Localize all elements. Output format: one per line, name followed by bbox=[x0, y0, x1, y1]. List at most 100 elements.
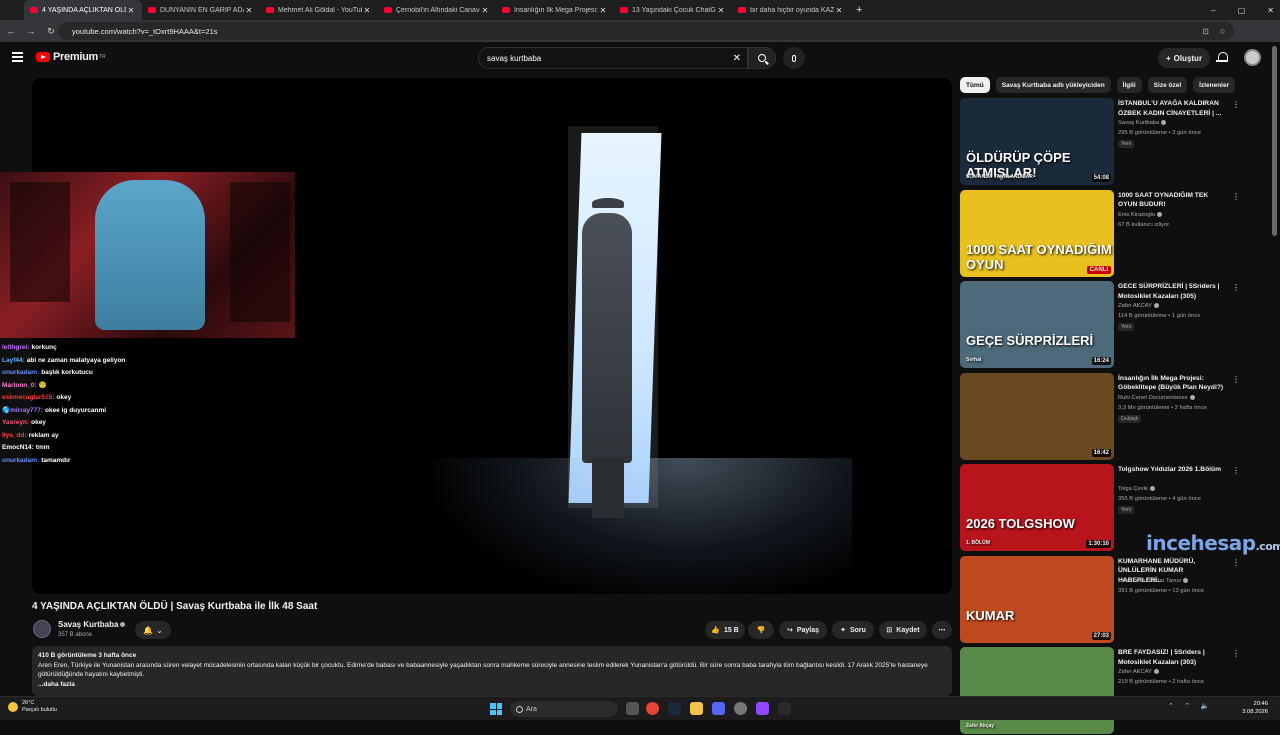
browser-tab[interactable]: DÜNYANIN EN GARİP ADASINI✕ bbox=[142, 0, 260, 20]
youtube-logo[interactable]: Premium TR bbox=[36, 51, 106, 63]
recommendation-title[interactable]: 1000 SAAT OYNADIĞIM TEK OYUN BUDUR! bbox=[1118, 191, 1228, 210]
weather-widget[interactable]: 26°C Parçalı bulutlu bbox=[8, 700, 57, 714]
browser-tab[interactable]: bir daha hiçbir oyunda KAZAN✕ bbox=[732, 0, 850, 20]
video-floor-light bbox=[432, 458, 852, 594]
more-options-icon[interactable]: ⋮ bbox=[1232, 558, 1240, 567]
subscribed-bell-button[interactable]: 🔔 ⌄ bbox=[135, 621, 171, 639]
close-tab-icon[interactable]: ✕ bbox=[126, 6, 136, 15]
video-thumbnail[interactable]: GEÇE SÜRPRİZLERİ Serhat 16:24 bbox=[960, 281, 1114, 368]
show-more-link[interactable]: ...daha fazla bbox=[38, 680, 946, 690]
recommendation-item[interactable]: 1000 SAAT OYNADIĞIM OYUN CANLI 1000 SAAT O… bbox=[960, 189, 1260, 278]
video-thumbnail[interactable]: 2026 TOLGSHOW 1. BÖLÜM 1:30:10 bbox=[960, 464, 1114, 551]
recommendation-channel[interactable]: Savaş Kurtbaba bbox=[1118, 120, 1167, 126]
maximize-icon[interactable]: ▢ bbox=[1238, 6, 1246, 15]
recommendation-channel-text: Zafer AKCAY bbox=[1118, 303, 1153, 310]
clear-search-icon[interactable]: ✕ bbox=[733, 53, 741, 64]
share-button[interactable]: ↪ Paylaş bbox=[779, 621, 827, 639]
filter-chip[interactable]: Size özel bbox=[1147, 77, 1188, 93]
search-input[interactable]: savaş kurtbaba ✕ bbox=[478, 47, 748, 69]
video-thumbnail[interactable]: KUMAR 27:03 bbox=[960, 555, 1114, 643]
more-options-icon[interactable]: ⋮ bbox=[1232, 100, 1240, 109]
video-thumbnail[interactable]: ÖLDÜRÜP ÇÖPE ATMIŞLAR! SON ANDA YAKALANDI… bbox=[960, 98, 1114, 185]
browser-tab[interactable]: 13 Yaşındaki Çocuk ChatGPT ile✕ bbox=[614, 0, 732, 20]
close-window-icon[interactable]: ✕ bbox=[1267, 6, 1274, 15]
close-tab-icon[interactable]: ✕ bbox=[834, 6, 844, 15]
browser-tab[interactable]: Mehmet Ali Göldal - YouTube ✕ bbox=[260, 0, 378, 20]
close-tab-icon[interactable]: ✕ bbox=[362, 6, 372, 15]
discord-icon[interactable] bbox=[712, 702, 725, 715]
recommendation-item[interactable]: GEÇE SÜRPRİZLERİ Serhat 16:24 GECE SÜRPRİZL… bbox=[960, 281, 1260, 369]
voice-search-button[interactable] bbox=[783, 47, 805, 69]
recommendation-item[interactable]: BREZafer AkçayBRE FAYDASIZ! | 5Sriders |… bbox=[960, 647, 1260, 735]
recommendation-channel[interactable]: Zafer AKCAY bbox=[1118, 303, 1160, 310]
back-icon[interactable]: ← bbox=[2, 26, 20, 36]
video-thumbnail[interactable]: 1000 SAAT OYNADIĞIM OYUN CANLI bbox=[960, 189, 1114, 277]
video-thumbnail[interactable]: 16:42 bbox=[960, 372, 1114, 460]
ask-button[interactable]: ✦ Soru bbox=[832, 621, 874, 639]
browser-tab[interactable]: İnsanlığın İlk Mega Projesi: Göb✕ bbox=[496, 0, 614, 20]
recommendation-channel[interactable]: Literat • ve Serdar Tavus bbox=[1118, 577, 1189, 584]
volume-icon[interactable]: 🔈 bbox=[1200, 702, 1209, 711]
recommendation-channel[interactable]: Enis Kirazoglu bbox=[1118, 211, 1163, 218]
more-options-icon[interactable]: ⋮ bbox=[1232, 192, 1240, 201]
translate-icon[interactable]: ⊡ bbox=[1202, 27, 1209, 36]
close-tab-icon[interactable]: ✕ bbox=[716, 6, 726, 15]
recommendation-channel[interactable]: Tolga Çevik bbox=[1118, 486, 1155, 492]
obs-icon[interactable] bbox=[734, 702, 747, 715]
recommendation-title[interactable]: GECE SÜRPRİZLERİ | 5Sriders | Motosiklet… bbox=[1118, 282, 1228, 301]
filter-chip[interactable]: Savaş Kurtbaba adlı yükleyiciden bbox=[995, 77, 1111, 93]
task-view-icon[interactable] bbox=[626, 702, 639, 715]
video-thumbnail[interactable]: BREZafer Akçay bbox=[960, 647, 1114, 734]
dislike-button[interactable]: 👎 bbox=[748, 621, 774, 639]
chat-text: okey bbox=[31, 419, 46, 426]
file-explorer-icon[interactable] bbox=[690, 702, 703, 715]
save-button[interactable]: ⊡ Kaydet bbox=[879, 621, 927, 639]
close-tab-icon[interactable]: ✕ bbox=[480, 6, 490, 15]
more-options-icon[interactable]: ⋮ bbox=[1232, 649, 1240, 658]
recommendation-item[interactable]: ÖLDÜRÜP ÇÖPE ATMIŞLAR! SON ANDA YAKALANDI… bbox=[960, 98, 1260, 186]
close-tab-icon[interactable]: ✕ bbox=[244, 6, 254, 15]
filter-chip[interactable]: Tümü bbox=[960, 77, 990, 93]
network-icon[interactable]: ⌔ bbox=[1184, 702, 1191, 711]
channel-avatar[interactable] bbox=[33, 620, 51, 638]
description-box[interactable]: 410 B görüntüleme 3 hafta önce Aren Eren… bbox=[32, 646, 952, 696]
more-options-icon[interactable]: ⋮ bbox=[1232, 283, 1240, 292]
recommendation-title[interactable]: BRE FAYDASIZ! | 5Sriders | Motosiklet Ka… bbox=[1118, 648, 1228, 667]
close-tab-icon[interactable]: ✕ bbox=[598, 6, 608, 15]
recommendation-item[interactable]: 16:42 İnsanlığın İlk Mega Projesi: Göbekl… bbox=[960, 372, 1260, 461]
twitch-icon[interactable] bbox=[756, 702, 769, 715]
recommendation-item[interactable]: KUMAR 27:03 KUMARHANE MÜDÜRÜ, ÜNLÜLERİN KU… bbox=[960, 555, 1260, 644]
steam-icon[interactable] bbox=[668, 702, 681, 715]
notifications-bell-icon[interactable] bbox=[1216, 51, 1228, 64]
more-actions-button[interactable]: ⋯ bbox=[932, 621, 952, 639]
recommendation-channel[interactable]: Ruhi Cenet Documentaries bbox=[1118, 394, 1195, 401]
more-options-icon[interactable]: ⋮ bbox=[1232, 466, 1240, 475]
recommendation-title[interactable]: İSTANBUL'U AYAĞA KALDIRAN ÖZBEK KADIN Cİ… bbox=[1118, 99, 1228, 118]
bookmark-star-icon[interactable]: ☆ bbox=[1219, 27, 1226, 36]
taskbar-search[interactable]: Ara bbox=[510, 701, 618, 717]
create-button[interactable]: + Oluştur bbox=[1158, 48, 1210, 68]
tray-chevron-icon[interactable]: ⌃ bbox=[1168, 702, 1174, 711]
like-button[interactable]: 👍 15 B bbox=[705, 621, 745, 639]
channel-name[interactable]: Savaş Kurtbaba bbox=[58, 620, 126, 629]
page-scrollbar[interactable] bbox=[1272, 46, 1277, 236]
forward-icon[interactable]: → bbox=[22, 26, 40, 36]
filter-chip[interactable]: İzlenenler bbox=[1193, 77, 1236, 93]
recommendation-channel[interactable]: Zafer AKCAY bbox=[1118, 669, 1160, 675]
windows-start-icon[interactable] bbox=[490, 703, 502, 715]
recommendation-title[interactable]: Tolgshow Yıldızlar 2026 1.Bölüm bbox=[1118, 465, 1228, 475]
recommendation-title[interactable]: İnsanlığın İlk Mega Projesi: Göbeklitepe… bbox=[1118, 374, 1228, 393]
filter-chip[interactable]: İlgili bbox=[1116, 77, 1142, 93]
minimize-icon[interactable]: – bbox=[1211, 6, 1215, 15]
chrome-icon[interactable] bbox=[646, 702, 659, 715]
system-clock[interactable]: 20:46 3.08.2026 bbox=[1228, 700, 1268, 716]
browser-tab[interactable]: Çernobil'in Altındaki Canavar Ü✕ bbox=[378, 0, 496, 20]
url-field[interactable]: youtube.com/watch?v=_tOxrt9HAAA&t=21s ⊡ … bbox=[58, 22, 1234, 40]
app-icon[interactable] bbox=[778, 702, 791, 715]
new-tab-button[interactable]: + bbox=[856, 4, 862, 16]
more-options-icon[interactable]: ⋮ bbox=[1232, 375, 1240, 384]
hamburger-menu-icon[interactable] bbox=[12, 52, 23, 64]
account-avatar[interactable] bbox=[1244, 49, 1261, 66]
search-button[interactable] bbox=[748, 47, 776, 69]
browser-tab[interactable]: 4 YAŞINDA AÇLIKTAN ÖLDÜ | S✕ bbox=[24, 0, 142, 20]
